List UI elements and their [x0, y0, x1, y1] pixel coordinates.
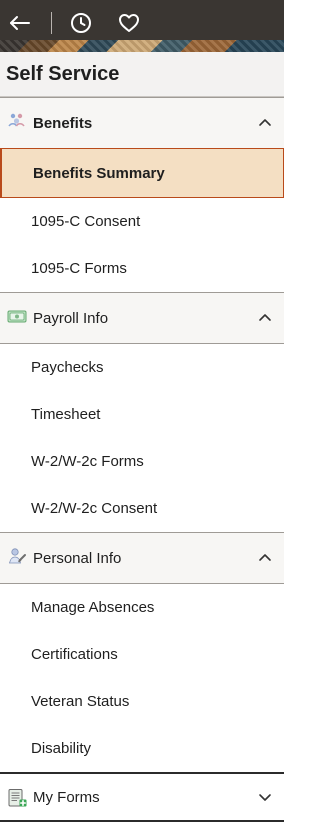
money-icon: [6, 305, 28, 327]
arrow-left-icon[interactable]: [6, 10, 32, 36]
chevron-up-icon[interactable]: [258, 311, 272, 325]
forms-add-icon: [6, 787, 28, 809]
nav-item-label: 1095-C Forms: [31, 260, 127, 277]
nav-item-label: Veteran Status: [31, 693, 130, 710]
section-personal-info-label: Personal Info: [33, 549, 122, 567]
clock-icon[interactable]: [68, 10, 94, 36]
nav-item-label: Paychecks: [31, 359, 104, 376]
section-my-forms-label: My Forms: [33, 788, 100, 806]
chevron-down-icon[interactable]: [258, 790, 272, 804]
nav-item-label: Benefits Summary: [33, 164, 165, 182]
nav-item-veteran-status[interactable]: Veteran Status: [0, 678, 284, 725]
nav-item-timesheet[interactable]: Timesheet: [0, 391, 284, 438]
section-payroll-info-label: Payroll Info: [33, 309, 109, 327]
section-payroll-info-header[interactable]: Payroll Info: [0, 292, 284, 344]
nav-item-label: Certifications: [31, 646, 118, 663]
nav-item-label: 1095-C Consent: [31, 213, 141, 230]
section-benefits-header[interactable]: Benefits: [0, 97, 284, 149]
nav-item-manage-absences[interactable]: Manage Absences: [0, 584, 284, 631]
nav-item-benefits-summary[interactable]: Benefits Summary: [0, 148, 284, 198]
nav-item-paychecks[interactable]: Paychecks: [0, 344, 284, 391]
section-benefits-label: Benefits: [33, 114, 93, 132]
nav-item-label: Disability: [31, 740, 92, 757]
page-title: Self Service: [0, 52, 284, 97]
header-banner-image: [0, 40, 284, 52]
nav-item-w2-w2c-consent[interactable]: W-2/W-2c Consent: [0, 485, 284, 532]
nav-item-label: Timesheet: [31, 406, 101, 423]
nav-item-1095c-consent[interactable]: 1095-C Consent: [0, 198, 284, 245]
nav-item-label: W-2/W-2c Forms: [31, 453, 144, 470]
heart-icon[interactable]: [116, 10, 142, 36]
chevron-up-icon[interactable]: [258, 116, 272, 130]
nav-item-label: Manage Absences: [31, 599, 155, 616]
nav-item-w2-w2c-forms[interactable]: W-2/W-2c Forms: [0, 438, 284, 485]
nav-item-certifications[interactable]: Certifications: [0, 631, 284, 678]
nav-item-disability[interactable]: Disability: [0, 725, 284, 772]
benefits-icon: [6, 110, 28, 132]
chevron-up-icon[interactable]: [258, 551, 272, 565]
person-edit-icon: [6, 545, 28, 567]
nav-item-label: W-2/W-2c Consent: [31, 500, 158, 517]
header-separator: [51, 12, 52, 34]
section-personal-info-header[interactable]: Personal Info: [0, 532, 284, 584]
nav-item-1095c-forms[interactable]: 1095-C Forms: [0, 245, 284, 292]
section-my-forms-header[interactable]: My Forms: [0, 772, 284, 822]
top-header-bar: [0, 0, 284, 52]
